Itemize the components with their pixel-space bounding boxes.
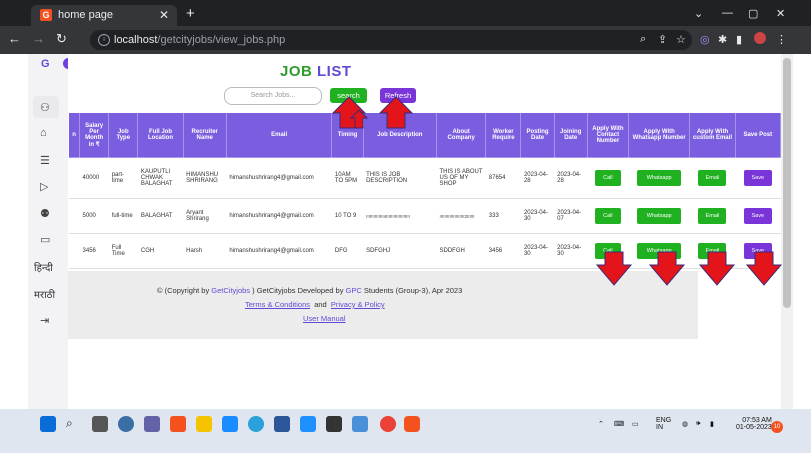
arrow-down-call bbox=[595, 251, 633, 286]
telegram-icon[interactable] bbox=[248, 416, 264, 432]
widgets-icon[interactable] bbox=[118, 416, 134, 432]
arrow-down-email bbox=[698, 251, 736, 286]
xampp-icon[interactable] bbox=[170, 416, 186, 432]
clock[interactable]: 07:53 AM 01-05-2023 bbox=[736, 417, 772, 431]
vscode-icon[interactable] bbox=[222, 416, 238, 432]
file-explorer-icon[interactable] bbox=[196, 416, 212, 432]
terminal-icon[interactable] bbox=[326, 416, 342, 432]
arrow-up-refresh bbox=[378, 96, 414, 129]
annotation-arrows bbox=[331, 96, 783, 286]
arrow-down-whatsapp bbox=[648, 251, 686, 286]
monitor-icon[interactable] bbox=[300, 416, 316, 432]
teams-icon[interactable] bbox=[144, 416, 160, 432]
photos-icon[interactable] bbox=[352, 416, 368, 432]
tray-arrow-icon[interactable]: ⌃ bbox=[598, 420, 604, 428]
display-icon[interactable]: ▭ bbox=[632, 420, 639, 428]
search-icon[interactable]: ⌕ bbox=[66, 416, 82, 432]
arrow-down-save bbox=[745, 251, 783, 286]
chrome-icon[interactable] bbox=[380, 416, 396, 432]
network-icon[interactable]: ◍ bbox=[682, 420, 688, 428]
word-icon[interactable] bbox=[274, 416, 290, 432]
keyboard-icon[interactable]: ⌨ bbox=[614, 420, 624, 428]
chrome-active-icon[interactable] bbox=[404, 416, 420, 432]
battery-icon[interactable]: ▮ bbox=[710, 420, 714, 428]
windows-start-icon[interactable] bbox=[40, 416, 56, 432]
task-view-icon[interactable] bbox=[92, 416, 108, 432]
notification-badge[interactable]: 10 bbox=[771, 421, 783, 433]
volume-icon[interactable]: 🕪 bbox=[696, 420, 700, 428]
language-indicator[interactable]: ENG IN bbox=[656, 417, 671, 431]
